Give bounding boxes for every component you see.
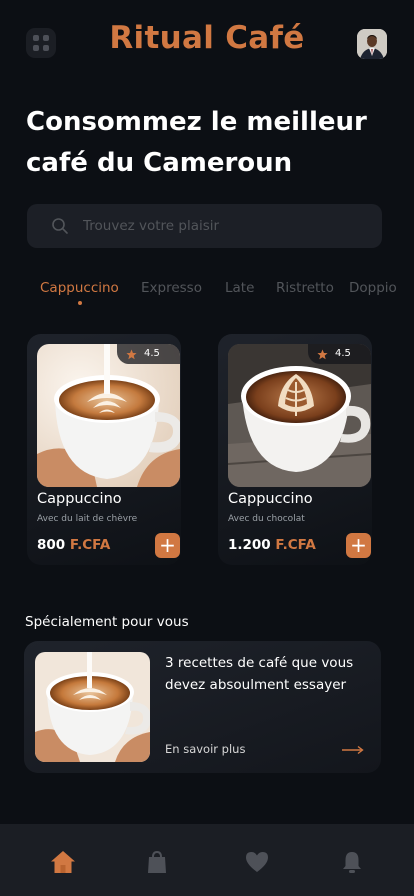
product-image bbox=[37, 344, 180, 487]
product-price: 1.200 F.CFA bbox=[228, 537, 316, 553]
tab-doppio[interactable]: Doppio bbox=[349, 280, 397, 296]
star-icon bbox=[317, 349, 328, 360]
page-title-line-2: café du Cameroun bbox=[26, 148, 293, 178]
section-title: Spécialement pour vous bbox=[25, 614, 189, 630]
avatar[interactable] bbox=[357, 29, 387, 59]
product-card[interactable]: 4.5 Cappuccino Avec du chocolat 1.200 F.… bbox=[218, 334, 372, 565]
search-input[interactable] bbox=[83, 204, 363, 248]
tab-late[interactable]: Late bbox=[225, 280, 254, 296]
rating-value: 4.5 bbox=[144, 348, 160, 359]
tab-expresso[interactable]: Expresso bbox=[141, 280, 202, 296]
page-title: Consommez le meilleur café du Cameroun bbox=[26, 102, 396, 184]
arrow-right-icon[interactable] bbox=[342, 745, 364, 755]
search-icon bbox=[52, 218, 68, 234]
category-tabs: Cappuccino Expresso Late Ristretto Doppi… bbox=[40, 280, 414, 308]
page-title-line-1: Consommez le meilleur bbox=[26, 107, 367, 137]
rating-badge: 4.5 bbox=[308, 344, 371, 364]
product-card[interactable]: 4.5 Cappuccino Avec du lait de chèvre 80… bbox=[27, 334, 181, 565]
special-card[interactable]: 3 recettes de café que vous devez absoul… bbox=[24, 641, 381, 773]
product-description: Avec du lait de chèvre bbox=[37, 514, 138, 524]
home-icon[interactable] bbox=[50, 849, 76, 875]
special-image bbox=[35, 652, 150, 762]
bottom-nav bbox=[0, 824, 414, 896]
product-description: Avec du chocolat bbox=[228, 514, 305, 524]
learn-more-link[interactable]: En savoir plus bbox=[165, 742, 245, 756]
rating-value: 4.5 bbox=[335, 348, 351, 359]
app-title: Ritual Café bbox=[109, 20, 305, 56]
star-icon bbox=[126, 349, 137, 360]
tab-ristretto[interactable]: Ristretto bbox=[276, 280, 334, 296]
price-currency: F.CFA bbox=[275, 537, 316, 553]
add-to-cart-button[interactable]: + bbox=[155, 533, 180, 558]
price-amount: 1.200 bbox=[228, 537, 271, 553]
special-title: 3 recettes de café que vous devez absoul… bbox=[165, 652, 375, 696]
price-currency: F.CFA bbox=[69, 537, 111, 553]
product-name: Cappuccino bbox=[228, 491, 313, 507]
bag-icon[interactable] bbox=[144, 849, 170, 875]
active-tab-indicator bbox=[78, 301, 82, 305]
special-title-line-2: devez absoulment essayer bbox=[165, 677, 347, 693]
app-header: Ritual Café bbox=[0, 0, 414, 90]
heart-icon[interactable] bbox=[244, 849, 270, 875]
rating-badge: 4.5 bbox=[117, 344, 180, 364]
product-price: 800 F.CFA bbox=[37, 537, 110, 553]
search-bar[interactable] bbox=[27, 204, 382, 248]
special-title-line-1: 3 recettes de café que vous bbox=[165, 655, 354, 671]
tab-cappuccino[interactable]: Cappuccino bbox=[40, 280, 119, 296]
plus-icon: + bbox=[350, 533, 367, 557]
bell-icon[interactable] bbox=[339, 849, 365, 875]
price-amount: 800 bbox=[37, 537, 66, 553]
product-image bbox=[228, 344, 371, 487]
plus-icon: + bbox=[159, 533, 176, 557]
add-to-cart-button[interactable]: + bbox=[346, 533, 371, 558]
product-name: Cappuccino bbox=[37, 491, 122, 507]
